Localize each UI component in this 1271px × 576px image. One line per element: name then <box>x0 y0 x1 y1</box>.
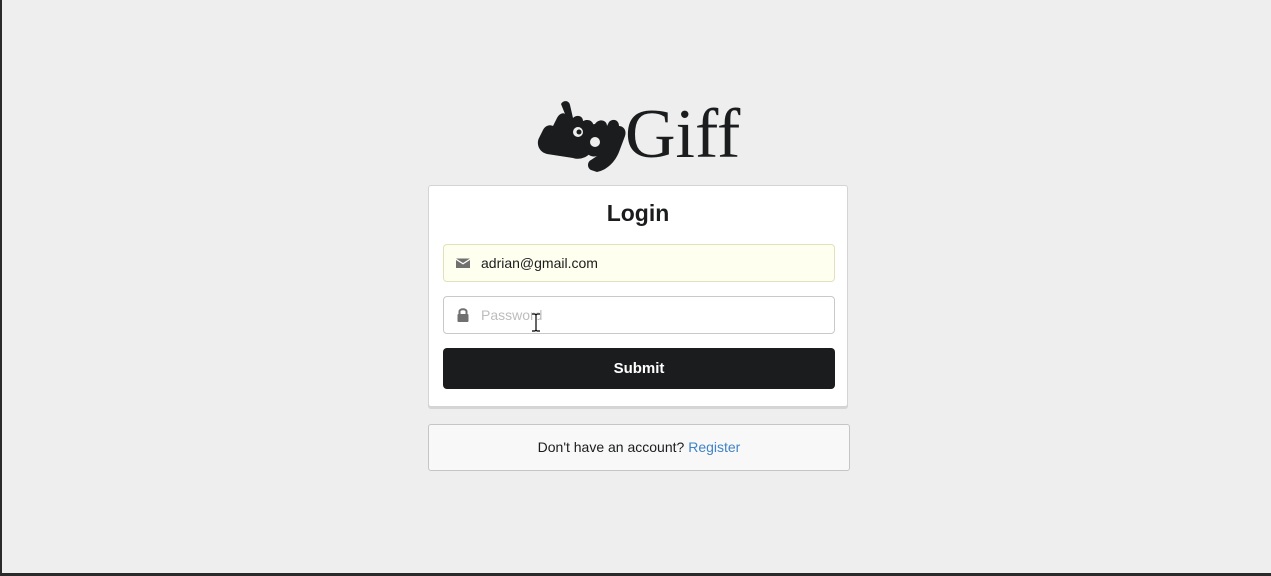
login-title: Login <box>606 200 670 226</box>
brand-name: Giff <box>625 96 741 173</box>
register-prompt: Don't have an account? Register <box>428 424 850 471</box>
email-field[interactable] <box>443 244 835 282</box>
window-left-border <box>0 0 2 576</box>
sign-language-icon <box>537 101 626 172</box>
register-link[interactable]: Register <box>688 439 740 455</box>
submit-button[interactable]: Submit <box>443 348 835 389</box>
email-input[interactable] <box>481 245 821 281</box>
register-prompt-text: Don't have an account? <box>537 439 685 455</box>
login-card: Login Submit <box>428 185 848 407</box>
envelope-icon <box>456 258 470 268</box>
password-field[interactable] <box>443 296 835 334</box>
brand-header: Giff <box>533 96 740 174</box>
text-cursor-icon <box>532 313 540 332</box>
lock-icon <box>457 308 469 322</box>
